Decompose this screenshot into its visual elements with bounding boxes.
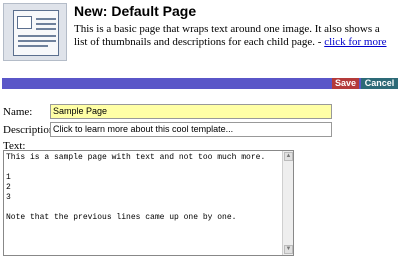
text-line-icon (18, 45, 48, 47)
click-for-more-link[interactable]: click for more (324, 36, 386, 48)
save-button[interactable]: Save (332, 78, 359, 89)
text-line-icon (36, 28, 56, 30)
text-line: 1 (6, 173, 11, 182)
text-line (6, 163, 279, 173)
page-template-thumbnail (3, 3, 67, 61)
text-line-icon (36, 18, 56, 20)
text-line-icon (36, 23, 56, 25)
scroll-up-arrow-icon[interactable]: ▲ (284, 152, 293, 161)
text-line-icon (18, 35, 56, 37)
page-title: New: Default Page (74, 3, 197, 19)
text-line: 2 (6, 183, 11, 192)
image-placeholder-icon (17, 16, 32, 29)
name-input[interactable]: Sample Page (50, 104, 332, 119)
text-area-content: This is a sample page with text and not … (6, 153, 279, 223)
page-description: This is a basic page that wraps text aro… (74, 23, 394, 49)
text-line: This is a sample page with text and not … (6, 153, 266, 162)
text-line (6, 203, 279, 213)
vertical-scrollbar[interactable]: ▲ ▼ (282, 151, 293, 255)
description-input[interactable]: Click to learn more about this cool temp… (50, 122, 332, 137)
cancel-button[interactable]: Cancel (361, 78, 398, 89)
name-label: Name: (3, 106, 33, 118)
page-layout-icon (13, 10, 59, 56)
text-line-icon (18, 40, 56, 42)
text-area[interactable]: This is a sample page with text and not … (3, 150, 294, 256)
text-line: Note that the previous lines came up one… (6, 213, 237, 222)
description-separator: - (315, 36, 325, 48)
text-line: 3 (6, 193, 11, 202)
scroll-down-arrow-icon[interactable]: ▼ (284, 245, 293, 254)
